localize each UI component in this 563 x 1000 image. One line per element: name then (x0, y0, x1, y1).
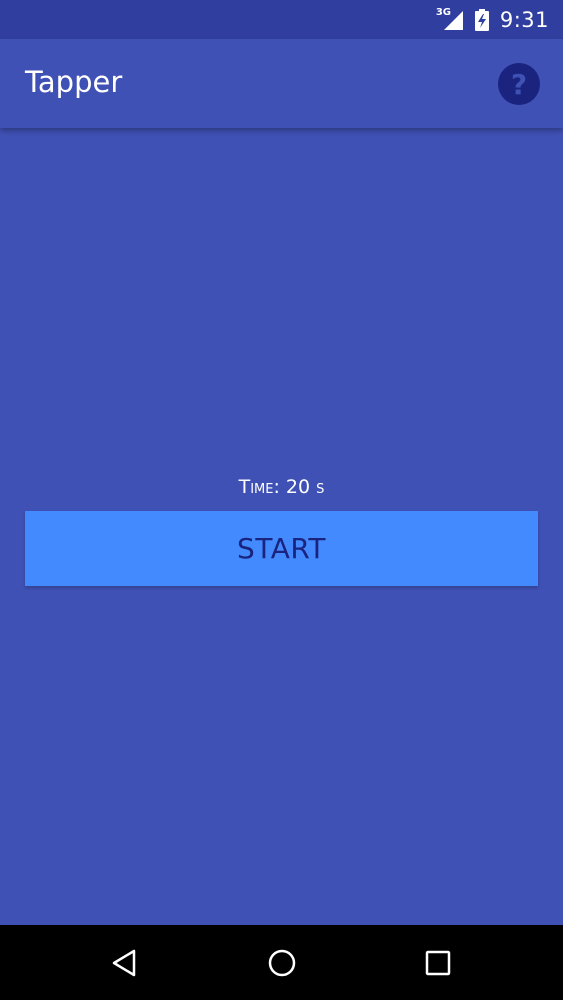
home-button[interactable] (262, 943, 302, 983)
back-button[interactable] (105, 943, 145, 983)
start-button[interactable]: START (25, 511, 538, 586)
help-circle-icon: ? (510, 67, 528, 101)
back-triangle-icon (112, 949, 136, 977)
navigation-bar (0, 925, 563, 1000)
recents-square-icon (425, 950, 451, 976)
recents-button[interactable] (418, 943, 458, 983)
signal-icon: 3G (435, 6, 464, 31)
time-label: Time: 20 s (238, 476, 325, 498)
status-icons: 3G 9:31 (436, 0, 549, 39)
network-type-label: 3G (435, 6, 451, 18)
app-bar: Tapper ? (0, 39, 563, 128)
main-content: Time: 20 s START (0, 128, 563, 925)
help-button[interactable]: ? (498, 63, 540, 105)
status-time: 9:31 (499, 7, 549, 32)
home-circle-icon (268, 949, 296, 977)
app-title: Tapper (25, 65, 123, 99)
battery-charging-icon (474, 8, 490, 31)
status-bar: 3G 9:31 (0, 0, 563, 39)
